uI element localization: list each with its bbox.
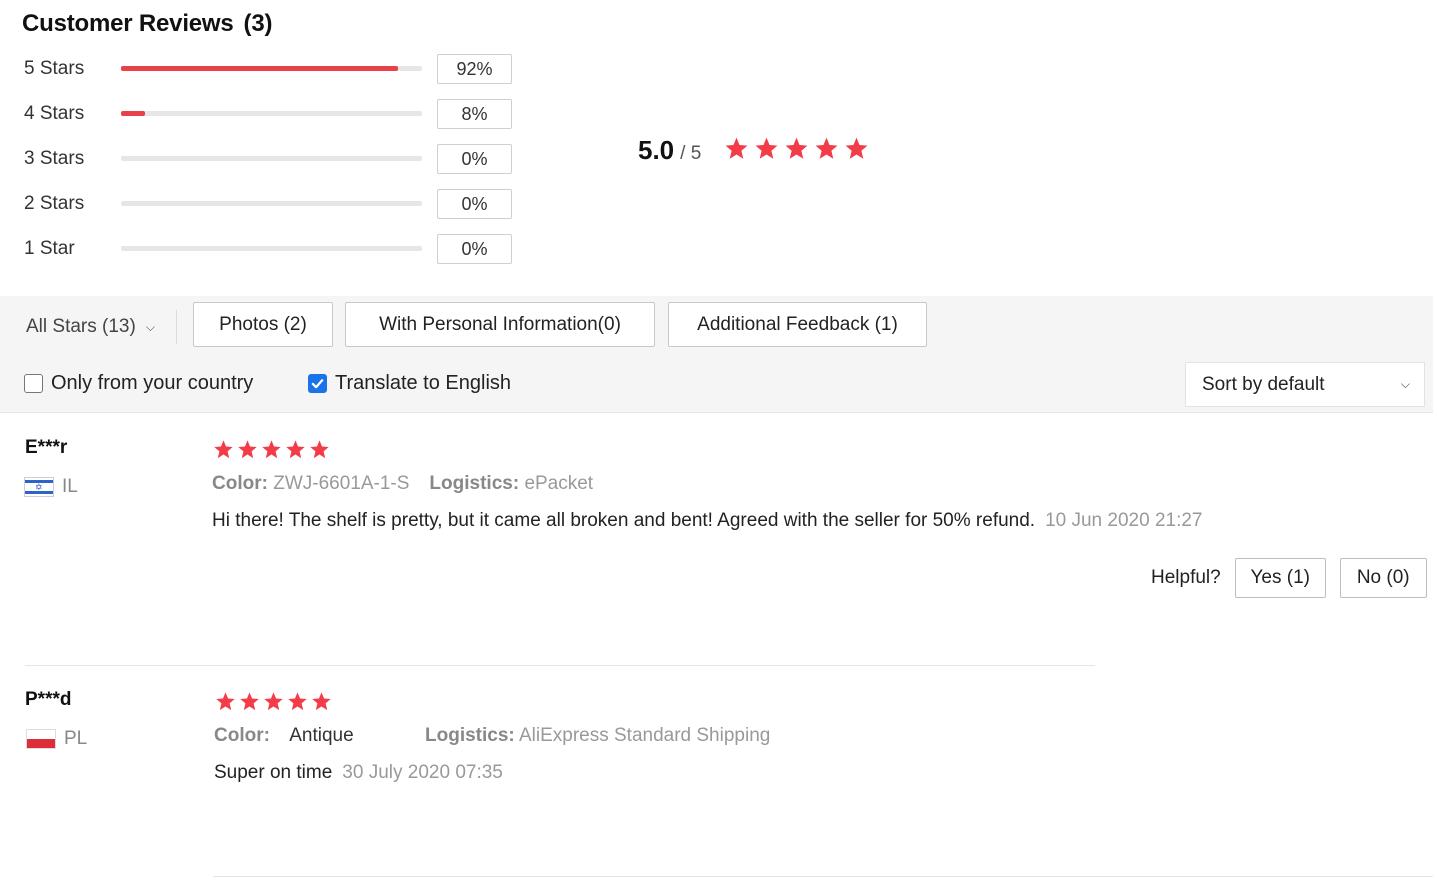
star-icon xyxy=(263,691,284,712)
rating-percent: 0% xyxy=(437,144,512,174)
rating-bar xyxy=(121,156,422,161)
rating-row-4[interactable]: 4 Stars 8% xyxy=(24,99,524,131)
star-icon xyxy=(309,439,330,460)
rating-bar xyxy=(121,66,422,71)
star-icon xyxy=(754,136,779,161)
review-text: Super on time xyxy=(214,762,333,783)
star-icon xyxy=(261,439,282,460)
photos-filter-button[interactable]: Photos (2) xyxy=(193,302,333,347)
helpful-yes-button[interactable]: Yes (1) xyxy=(1234,558,1326,598)
review-stars xyxy=(213,439,330,460)
rating-bar xyxy=(121,201,422,206)
rating-percent: 92% xyxy=(437,54,512,84)
translate-label: Translate to English xyxy=(335,372,512,394)
average-score: 5.0 xyxy=(638,135,675,165)
rating-row-2[interactable]: 2 Stars 0% xyxy=(24,189,524,221)
chevron-down-icon: ⌵ xyxy=(1400,377,1410,391)
checkbox-icon[interactable] xyxy=(308,374,327,393)
star-icon xyxy=(724,136,749,161)
chevron-down-icon: ⌵ xyxy=(145,319,155,334)
rating-percent: 0% xyxy=(437,234,512,264)
country-code: PL xyxy=(64,728,88,749)
rating-bar-fill xyxy=(121,111,146,116)
star-icon xyxy=(237,439,258,460)
rating-bar xyxy=(121,111,422,116)
additional-feedback-filter-button[interactable]: Additional Feedback (1) xyxy=(668,302,927,347)
review-stars xyxy=(215,691,332,712)
average-total: / 5 xyxy=(680,143,702,164)
page-title: Customer Reviews (3) xyxy=(22,10,272,38)
review-meta: Color: ZWJ-6601A-1-S Logistics: ePacket xyxy=(212,473,593,495)
rating-row-3[interactable]: 3 Stars 0% xyxy=(24,144,524,176)
star-icon xyxy=(287,691,308,712)
reviewer-country: PL xyxy=(26,728,87,750)
star-icon xyxy=(285,439,306,460)
star-icon xyxy=(311,691,332,712)
logistics-value: AliExpress Standard Shipping xyxy=(518,725,771,746)
poland-flag-icon xyxy=(26,729,56,749)
all-stars-dropdown[interactable]: All Stars (13) ⌵ xyxy=(26,316,155,338)
rating-label: 5 Stars xyxy=(24,58,85,79)
reviewer-name: P***d xyxy=(25,689,72,710)
review-divider xyxy=(213,876,1433,877)
rating-row-1[interactable]: 1 Star 0% xyxy=(24,234,524,266)
personal-info-filter-button[interactable]: With Personal Information(0) xyxy=(345,302,655,347)
israel-flag-icon: ✡ xyxy=(24,477,54,497)
review-date: 30 July 2020 07:35 xyxy=(342,762,503,783)
average-rating: 5.0 / 5 xyxy=(638,135,701,166)
logistics-key: Logistics: xyxy=(425,725,515,746)
filter-bar: All Stars (13) ⌵ Photos (2) With Persona… xyxy=(0,296,1433,413)
color-value: Antique xyxy=(289,725,354,746)
logistics-value: ePacket xyxy=(524,473,594,494)
rating-bar-fill xyxy=(121,66,398,71)
only-country-label: Only from your country xyxy=(51,372,254,394)
star-icon xyxy=(814,136,839,161)
helpful-no-button[interactable]: No (0) xyxy=(1339,558,1427,598)
rating-label: 2 Stars xyxy=(24,193,85,214)
country-code: IL xyxy=(62,476,78,497)
logistics-info: Logistics: ePacket xyxy=(429,473,593,495)
divider xyxy=(176,310,177,344)
sort-dropdown[interactable]: Sort by default ⌵ xyxy=(1185,362,1425,407)
color-info: Color: ZWJ-6601A-1-S xyxy=(212,473,409,495)
logistics-key: Logistics: xyxy=(429,473,520,494)
sort-label: Sort by default xyxy=(1202,374,1325,395)
rating-percent: 0% xyxy=(437,189,512,219)
helpful-label: Helpful? xyxy=(1151,567,1221,588)
star-icon xyxy=(239,691,260,712)
color-key: Color: xyxy=(214,725,270,746)
review-text: Hi there! The shelf is pretty, but it ca… xyxy=(212,510,1036,531)
star-icon xyxy=(213,439,234,460)
review-text-row: Hi there! The shelf is pretty, but it ca… xyxy=(212,510,1203,532)
color-value: ZWJ-6601A-1-S xyxy=(273,473,410,494)
rating-row-5[interactable]: 5 Stars 92% xyxy=(24,54,524,86)
star-icon xyxy=(784,136,809,161)
star-icon xyxy=(844,136,869,161)
average-stars xyxy=(724,136,869,161)
review-count: (3) xyxy=(243,10,273,37)
rating-bar xyxy=(121,246,422,251)
logistics-info: Logistics: AliExpress Standard Shipping xyxy=(425,725,770,747)
reviewer-name: E***r xyxy=(25,437,68,458)
review-meta: Color: Antique Logistics: AliExpress Sta… xyxy=(214,725,770,747)
reviewer-country: ✡ IL xyxy=(24,476,78,498)
rating-percent: 8% xyxy=(437,99,512,129)
rating-label: 1 Star xyxy=(24,238,75,259)
title-text: Customer Reviews xyxy=(22,10,234,37)
review-date: 10 Jun 2020 21:27 xyxy=(1045,510,1203,531)
rating-label: 4 Stars xyxy=(24,103,85,124)
color-key: Color: xyxy=(212,473,268,494)
star-icon xyxy=(215,691,236,712)
color-info: Color: Antique xyxy=(214,725,425,747)
helpful-section: Helpful? Yes (1) No (0) xyxy=(1151,558,1427,598)
review-divider xyxy=(25,665,1095,666)
checkbox-icon[interactable] xyxy=(24,374,43,393)
only-country-checkbox[interactable]: Only from your country xyxy=(24,372,253,395)
rating-label: 3 Stars xyxy=(24,148,85,169)
review-text-row: Super on time 30 July 2020 07:35 xyxy=(214,762,503,784)
all-stars-label: All Stars (13) xyxy=(26,316,136,337)
translate-checkbox[interactable]: Translate to English xyxy=(308,372,511,395)
